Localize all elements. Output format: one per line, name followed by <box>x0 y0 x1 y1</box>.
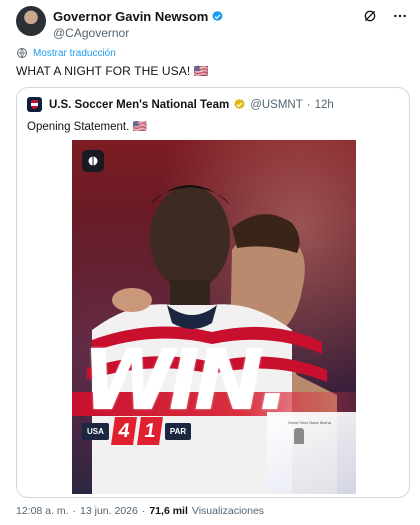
post-date[interactable]: 13 jun. 2026 <box>80 505 138 517</box>
logo-badge <box>82 150 104 172</box>
home-team: USA <box>82 422 109 440</box>
globe-icon <box>17 48 27 58</box>
view-count: 71,6 mil <box>149 505 188 517</box>
author-handle[interactable]: @CAgovernor <box>53 26 129 40</box>
headline: WIN. <box>82 331 290 429</box>
separator: · <box>141 505 146 517</box>
away-score: 1 <box>136 417 163 445</box>
trophy-icon <box>294 428 304 444</box>
federation-icon <box>88 156 98 166</box>
home-score: 4 <box>110 417 137 445</box>
grok-icon[interactable] <box>362 8 378 24</box>
separator: · <box>306 98 311 111</box>
tweet-text: WHAT A NIGHT FOR THE USA! 🇺🇸 <box>16 64 209 78</box>
quoted-header: U.S. Soccer Men's National Team @USMNT ·… <box>27 97 334 112</box>
media-image[interactable]: WIN. Serve Vinci Nasa Motha USA 4 1 PAR <box>72 140 356 494</box>
translate-link[interactable]: Mostrar traducción <box>16 47 116 59</box>
author-name-row: Governor Gavin Newsom <box>53 9 224 24</box>
quoted-tweet[interactable]: U.S. Soccer Men's National Team @USMNT ·… <box>16 87 410 498</box>
verified-icon <box>212 10 223 22</box>
crest-icon[interactable] <box>27 97 42 112</box>
avatar[interactable] <box>16 6 46 36</box>
scoreboard: USA 4 1 PAR <box>82 417 192 445</box>
view-label: Visualizaciones <box>191 505 265 517</box>
header-actions <box>362 8 408 24</box>
author-name[interactable]: Governor Gavin Newsom <box>53 9 208 24</box>
quoted-time[interactable]: 12h <box>315 99 334 111</box>
tweet-footer: 12:08 a. m. · 13 jun. 2026 · 71,6 mil Vi… <box>16 505 264 517</box>
away-team: PAR <box>164 422 192 440</box>
quoted-author-name[interactable]: U.S. Soccer Men's National Team <box>49 99 229 111</box>
gold-verified-icon <box>234 98 245 110</box>
separator: · <box>72 505 77 517</box>
tweet-header: Governor Gavin Newsom @CAgovernor <box>16 6 408 46</box>
translate-label[interactable]: Mostrar traducción <box>33 48 116 59</box>
fine-print: Serve Vinci Nasa Motha <box>288 420 331 425</box>
quoted-text: Opening Statement. 🇺🇸 <box>27 121 147 133</box>
more-icon[interactable] <box>392 8 408 24</box>
post-time[interactable]: 12:08 a. m. <box>16 505 69 517</box>
quoted-author-handle[interactable]: @USMNT <box>250 99 303 111</box>
